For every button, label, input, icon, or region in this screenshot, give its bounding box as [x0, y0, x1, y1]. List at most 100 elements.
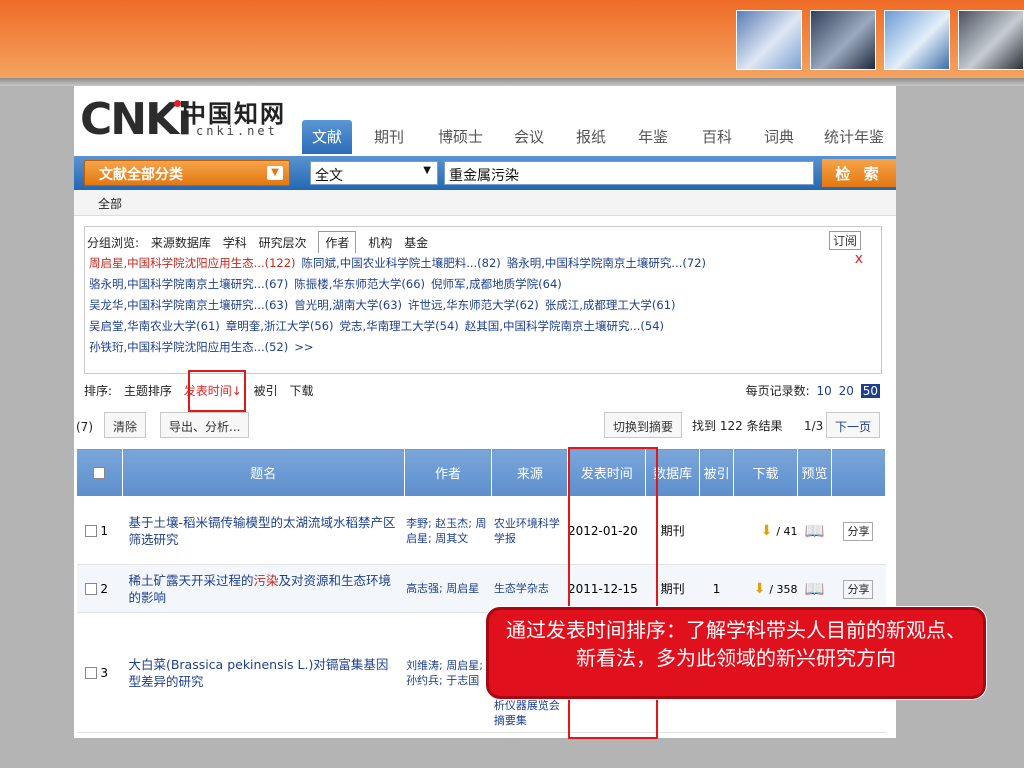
share-button[interactable]: 分享: [843, 579, 874, 599]
cnki-logo[interactable]: CNKi 中国知网 cnki.net: [78, 92, 298, 150]
author-item[interactable]: 倪师军,成都地质学院(64): [431, 277, 562, 291]
tab-literature[interactable]: 文献: [302, 120, 353, 154]
column-header-preview: 预览: [797, 448, 832, 497]
author-item[interactable]: 赵其国,中国科学院南京土壤研究...(54): [465, 319, 664, 333]
tab-encyclopedia[interactable]: 百科: [702, 126, 732, 147]
logo-red-dot: [174, 100, 181, 107]
download-icon[interactable]: ⬇: [754, 581, 766, 597]
row-select-cell: 3: [76, 612, 123, 733]
column-header-cited[interactable]: 被引: [699, 448, 735, 497]
per-page-option-selected[interactable]: 50: [860, 384, 880, 398]
row-source[interactable]: 农业环境科学学报: [491, 496, 568, 565]
more-authors-link[interactable]: >>: [294, 340, 313, 354]
row-select-cell: 2: [76, 564, 123, 613]
group-tab-institution[interactable]: 机构: [368, 236, 392, 250]
author-item[interactable]: 陈同斌,中国农业科学院土壤肥料...(82): [302, 256, 501, 270]
page-indicator: 1/3: [804, 419, 824, 433]
sort-date-highlight-box: [188, 370, 246, 412]
clear-button[interactable]: 清除: [104, 412, 147, 438]
logo-domain-text: cnki.net: [196, 124, 278, 138]
author-item[interactable]: 吴龙华,中国科学院南京土壤研究...(63): [89, 298, 288, 312]
breadcrumb-all[interactable]: 全部: [98, 195, 122, 212]
row-download-cell[interactable]: ⬇ / 41: [733, 496, 798, 565]
search-button[interactable]: 检 索: [822, 159, 896, 187]
breadcrumb: 全部: [74, 190, 896, 216]
row-number: 2: [100, 581, 108, 596]
row-title-link[interactable]: 稀土矿露天开采过程的污染及对资源和生态环境的影响: [122, 564, 405, 613]
author-item[interactable]: 党志,华南理工大学(54): [340, 319, 459, 333]
row-checkbox[interactable]: [84, 667, 97, 679]
download-icon[interactable]: ⬇: [761, 523, 773, 539]
tab-dictionary[interactable]: 词典: [764, 126, 794, 147]
sort-by-citations[interactable]: 被引: [254, 384, 278, 398]
author-item[interactable]: 许世远,华东师范大学(62): [408, 298, 539, 312]
author-item[interactable]: 骆永明,中国科学院南京土壤研究...(67): [89, 277, 288, 291]
author-item[interactable]: 孙铁珩,中国科学院沈阳应用生态...(52): [89, 340, 288, 354]
tab-statistical-yearbooks[interactable]: 统计年鉴: [824, 126, 884, 147]
search-field-select[interactable]: 全文 ▼: [310, 161, 438, 185]
per-page-option[interactable]: 20: [839, 384, 854, 398]
author-item[interactable]: 吴启堂,华南农业大学(61): [89, 319, 220, 333]
row-download-count: / 41: [776, 524, 798, 538]
next-page-button[interactable]: 下一页: [826, 412, 881, 438]
row-preview-cell[interactable]: 📖: [797, 496, 832, 565]
tab-theses[interactable]: 博硕士: [438, 126, 483, 147]
row-share-cell[interactable]: 分享: [831, 496, 886, 565]
conference-photo-thumbnail: [958, 10, 1024, 70]
row-checkbox[interactable]: [84, 525, 97, 537]
export-analyze-button[interactable]: 导出、分析...: [160, 412, 250, 438]
column-header-title: 题名: [121, 448, 405, 497]
group-browse-panel: 分组浏览: 来源数据库 学科 研究层次 作者 机构 基金 订阅 x 周启星,中国…: [84, 226, 882, 374]
select-all-checkbox[interactable]: [93, 466, 106, 479]
tab-conferences[interactable]: 会议: [514, 126, 544, 147]
tab-journals[interactable]: 期刊: [374, 126, 404, 147]
row-number: 1: [100, 523, 108, 538]
search-input[interactable]: 重金属污染: [444, 161, 814, 185]
author-item[interactable]: 曾光明,湖南大学(63): [294, 298, 402, 312]
subscribe-button[interactable]: 订阅: [828, 231, 861, 250]
group-browse-label: 分组浏览:: [87, 236, 140, 250]
row-title-link[interactable]: 基于土壤-稻米镉传输模型的太湖流域水稻禁产区筛选研究: [122, 496, 405, 565]
book-preview-icon[interactable]: 📖: [805, 521, 825, 540]
sort-label: 排序:: [84, 384, 113, 398]
group-tab-source-db[interactable]: 来源数据库: [151, 236, 211, 250]
sort-by-topic[interactable]: 主题排序: [124, 384, 172, 398]
author-item[interactable]: 陈振楼,华东师范大学(66): [294, 277, 425, 291]
row-preview-cell[interactable]: 📖: [797, 564, 832, 613]
per-page-selector: 每页记录数: 10 20 50: [746, 382, 880, 399]
select-all-header[interactable]: [76, 448, 123, 497]
table-row: 2 稀土矿露天开采过程的污染及对资源和生态环境的影响 高志强; 周启星 生态学杂…: [76, 564, 886, 613]
author-item[interactable]: 骆永明,中国科学院南京土壤研究...(72): [507, 256, 706, 270]
selected-count: (7): [76, 420, 93, 434]
row-download-cell[interactable]: ⬇ / 358: [733, 564, 798, 613]
book-preview-icon[interactable]: 📖: [805, 579, 825, 598]
author-group-list: 周启星,中国科学院沈阳应用生态...(122) 陈同斌,中国农业科学院土壤肥料..…: [89, 253, 859, 358]
author-item[interactable]: 章明奎,浙江大学(56): [226, 319, 334, 333]
switch-to-abstract-button[interactable]: 切换到摘要: [604, 412, 683, 438]
row-checkbox[interactable]: [84, 583, 97, 595]
author-item[interactable]: 周启星,中国科学院沈阳应用生态...(122): [89, 256, 296, 270]
group-tab-level[interactable]: 研究层次: [259, 236, 307, 250]
per-page-option[interactable]: 10: [817, 384, 832, 398]
row-source[interactable]: 生态学杂志: [491, 564, 568, 613]
share-button[interactable]: 分享: [843, 521, 874, 541]
group-tab-fund[interactable]: 基金: [404, 236, 428, 250]
category-dropdown[interactable]: 文献全部分类 ▼: [84, 160, 290, 186]
author-item[interactable]: 张成江,成都理工大学(61): [545, 298, 676, 312]
search-bar: 文献全部分类 ▼ 全文 ▼ 重金属污染 检 索: [74, 156, 896, 190]
column-header-downloads[interactable]: 下载: [733, 448, 799, 497]
row-authors[interactable]: 刘维涛; 周启星; 孙约兵; 于志国: [404, 612, 492, 733]
sort-by-downloads[interactable]: 下载: [289, 384, 313, 398]
row-title-link[interactable]: 大白菜(Brassica pekinensis L.)对镉富集基因型差异的研究: [122, 612, 405, 733]
row-authors[interactable]: 李野; 赵玉杰; 周启星; 周其文: [404, 496, 492, 565]
group-tab-author[interactable]: 作者: [318, 231, 357, 253]
row-cited[interactable]: [699, 496, 734, 565]
tab-newspapers[interactable]: 报纸: [576, 126, 606, 147]
callout-text: 通过发表时间排序：了解学科带头人目前的新观点、新看法，多为此领域的新兴研究方向: [506, 618, 966, 670]
group-tab-subject[interactable]: 学科: [223, 236, 247, 250]
tab-yearbooks[interactable]: 年鉴: [638, 126, 668, 147]
row-share-cell[interactable]: 分享: [831, 564, 886, 613]
per-page-label: 每页记录数:: [745, 384, 810, 398]
row-cited[interactable]: 1: [699, 564, 734, 613]
row-authors[interactable]: 高志强; 周启星: [404, 564, 492, 613]
